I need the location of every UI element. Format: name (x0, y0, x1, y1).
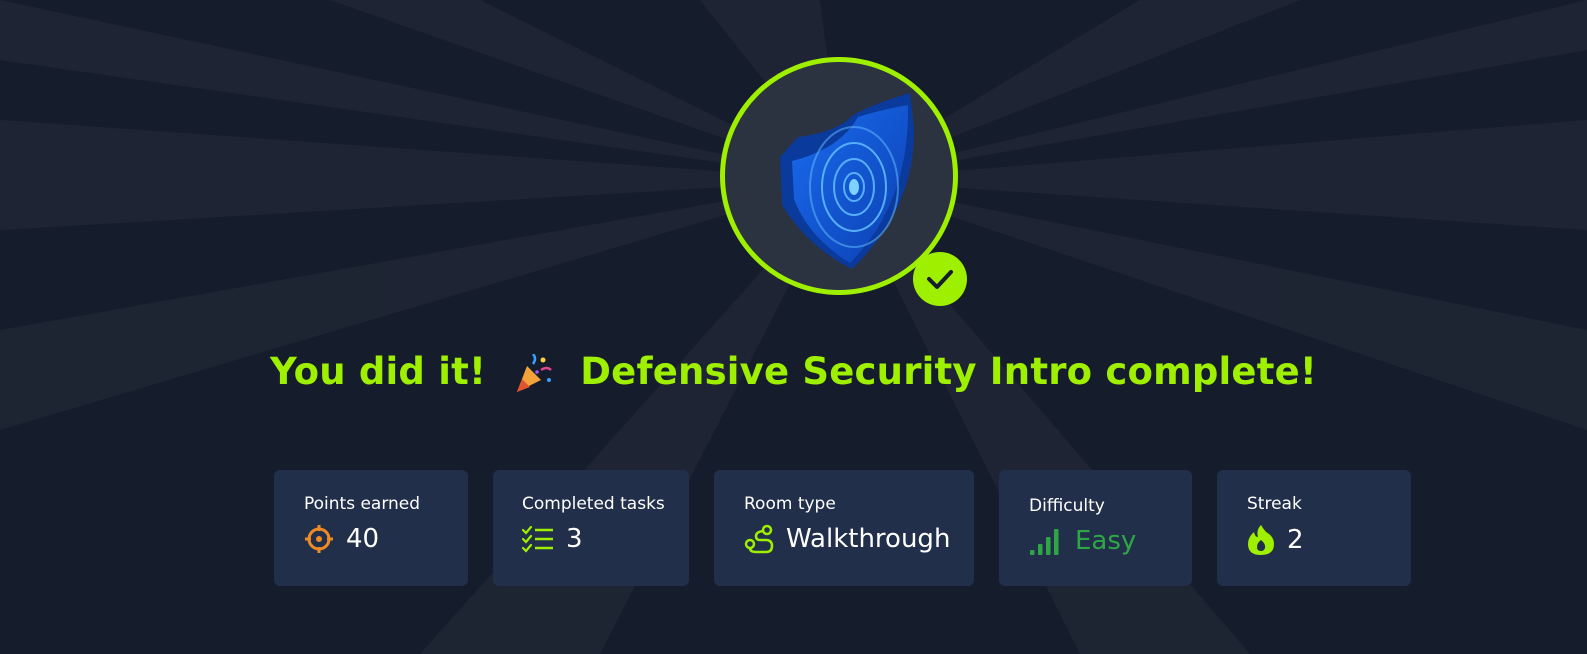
stat-value: Easy (1075, 526, 1137, 556)
room-badge (720, 57, 967, 306)
signal-bars-icon (1030, 529, 1059, 555)
headline-prefix: You did it! (270, 350, 487, 393)
shield-icon (780, 93, 915, 269)
stat-label: Difficulty (1029, 496, 1105, 516)
target-icon (305, 525, 333, 553)
completed-check-badge (913, 252, 967, 306)
stat-card-difficulty: Difficulty Easy (999, 470, 1192, 586)
stat-label: Completed tasks (522, 494, 665, 514)
checklist-icon (522, 525, 553, 553)
party-popper-icon (517, 353, 553, 392)
stat-card-points: Points earned 40 (274, 470, 468, 586)
stat-card-streak: Streak 2 (1217, 470, 1411, 586)
completion-headline: You did it! Defensive Security Intro com… (0, 350, 1587, 394)
stat-label: Points earned (304, 494, 421, 514)
headline-suffix: Defensive Security Intro complete! (580, 350, 1317, 393)
flame-icon (1248, 525, 1274, 555)
checkmark-icon (927, 270, 953, 289)
stat-value: Walkthrough (786, 524, 951, 554)
route-icon (744, 524, 774, 554)
stat-value: 3 (566, 524, 583, 554)
stat-card-completed-tasks: Completed tasks 3 (493, 470, 689, 586)
stat-value: 2 (1287, 525, 1304, 555)
stat-label: Room type (744, 494, 836, 514)
stat-card-room-type: Room type Walkthrough (714, 470, 974, 586)
stat-label: Streak (1247, 494, 1302, 514)
stat-value: 40 (346, 524, 380, 554)
